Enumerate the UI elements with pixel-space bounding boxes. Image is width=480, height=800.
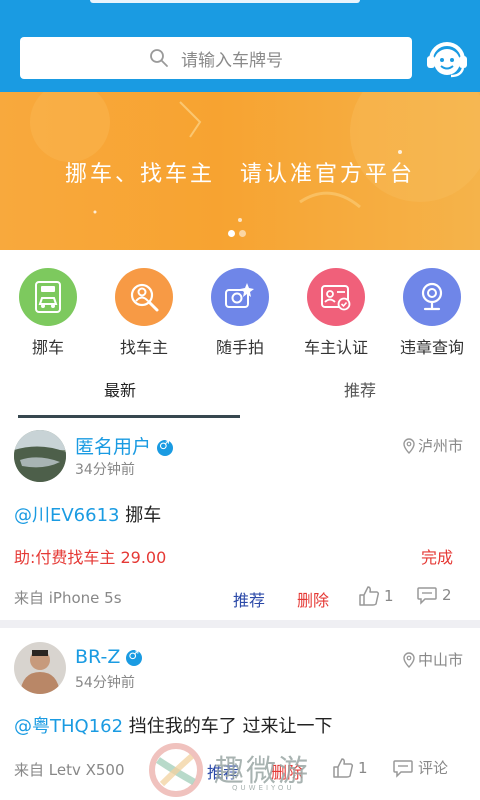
reward-text: 助:付费找车主 29.00: [14, 548, 167, 567]
feed-tabs: 最新 推荐: [0, 364, 480, 418]
post-time: 34分钟前: [75, 462, 135, 478]
find-owner-icon: [115, 268, 173, 326]
post-time: 54分钟前: [75, 675, 135, 691]
post-username[interactable]: BR-Z: [75, 646, 143, 668]
comment-icon: [417, 587, 437, 605]
search-icon: [150, 49, 168, 67]
watermark-emblem-icon: [149, 743, 203, 797]
tab-label: 推荐: [343, 381, 376, 400]
delete-button[interactable]: 删除: [297, 587, 329, 611]
plate-mention[interactable]: @粤THQ162: [14, 716, 123, 737]
post-location: 中山市: [403, 649, 463, 670]
post-content: @川EV6613 挪车: [14, 501, 161, 527]
post-content: @粤THQ162 挡住我的车了 过来让一下: [14, 712, 333, 738]
banner-text: 挪车、找车主 请认准官方平台: [64, 162, 415, 187]
comment-button[interactable]: 评论: [392, 757, 448, 778]
comment-icon: [393, 759, 413, 778]
search-placeholder: 请输入车牌号: [181, 50, 283, 71]
quick-action-label: 随手拍: [215, 338, 264, 357]
watermark-logo: 趣微游 QUWEIYOU: [148, 742, 348, 798]
tab-active-indicator: [18, 415, 240, 418]
avatar[interactable]: [14, 430, 66, 482]
post-divider: [0, 620, 480, 628]
comment-button[interactable]: 2: [416, 585, 452, 605]
device-source: 来自 iPhone 5s: [14, 589, 122, 607]
plate-search-box[interactable]: 请输入车牌号: [20, 37, 412, 79]
tab-recommended[interactable]: 推荐: [240, 364, 480, 416]
banner-pager[interactable]: [228, 230, 246, 237]
location-text: 中山市: [417, 651, 463, 669]
username-text: BR-Z: [75, 646, 121, 668]
recommend-button[interactable]: 推荐: [233, 587, 265, 611]
move-car-icon: [19, 268, 77, 326]
like-button[interactable]: 1: [358, 585, 394, 607]
location-pin-icon: [403, 437, 415, 454]
like-count: 1: [358, 759, 368, 777]
post-footer: 来自 iPhone 5s 推荐 删除 1 2: [14, 585, 466, 611]
male-gender-icon: [157, 438, 174, 456]
quick-actions: 挪车 找车主 随手拍 车主认证 违章查询: [0, 262, 480, 362]
watermark-subtext: QUWEIYOU: [232, 784, 295, 792]
thumbs-up-icon: [359, 586, 380, 606]
quick-action-move-car[interactable]: 挪车: [0, 262, 96, 358]
tab-latest[interactable]: 最新: [0, 364, 240, 418]
avatar[interactable]: [14, 642, 66, 694]
comment-label: 评论: [418, 759, 449, 777]
male-gender-icon: [126, 648, 143, 666]
username-text: 匿名用户: [75, 436, 152, 458]
quick-action-label: 违章查询: [399, 338, 464, 357]
device-source: 来自 Letv X500: [14, 761, 125, 779]
status-badge: 完成: [420, 548, 453, 567]
snapshot-camera-icon: [211, 268, 269, 326]
top-bar: 请输入车牌号: [0, 0, 480, 92]
owner-certify-icon: [307, 268, 365, 326]
feed-post[interactable]: 匿名用户 34分钟前 泸州市 @川EV6613 挪车 助:付费找车主 29.00…: [0, 420, 480, 618]
quick-action-snapshot[interactable]: 随手拍: [192, 262, 288, 358]
pager-dot[interactable]: [228, 230, 235, 237]
quick-action-label: 车主认证: [303, 338, 368, 357]
post-text: 挡住我的车了 过来让一下: [128, 716, 333, 737]
post-username[interactable]: 匿名用户: [75, 432, 174, 459]
post-location: 泸州市: [403, 435, 463, 456]
location-pin-icon: [403, 651, 415, 668]
tab-label: 最新: [103, 381, 136, 400]
violation-query-icon: [403, 268, 461, 326]
customer-service-icon[interactable]: [423, 34, 471, 82]
quick-action-label: 找车主: [119, 338, 168, 357]
location-text: 泸州市: [417, 437, 463, 455]
promo-banner[interactable]: 挪车、找车主 请认准官方平台: [0, 92, 480, 250]
pager-dot[interactable]: [239, 230, 246, 237]
quick-action-owner-certify[interactable]: 车主认证: [288, 262, 384, 358]
quick-action-label: 挪车: [31, 338, 64, 357]
plate-mention[interactable]: @川EV6613: [14, 505, 120, 526]
status-notch: [90, 0, 360, 3]
quick-action-violation-query[interactable]: 违章查询: [384, 262, 480, 358]
comment-count: 2: [442, 586, 452, 604]
quick-action-find-owner[interactable]: 找车主: [96, 262, 192, 358]
post-text: 挪车: [125, 505, 162, 526]
like-count: 1: [384, 587, 394, 605]
